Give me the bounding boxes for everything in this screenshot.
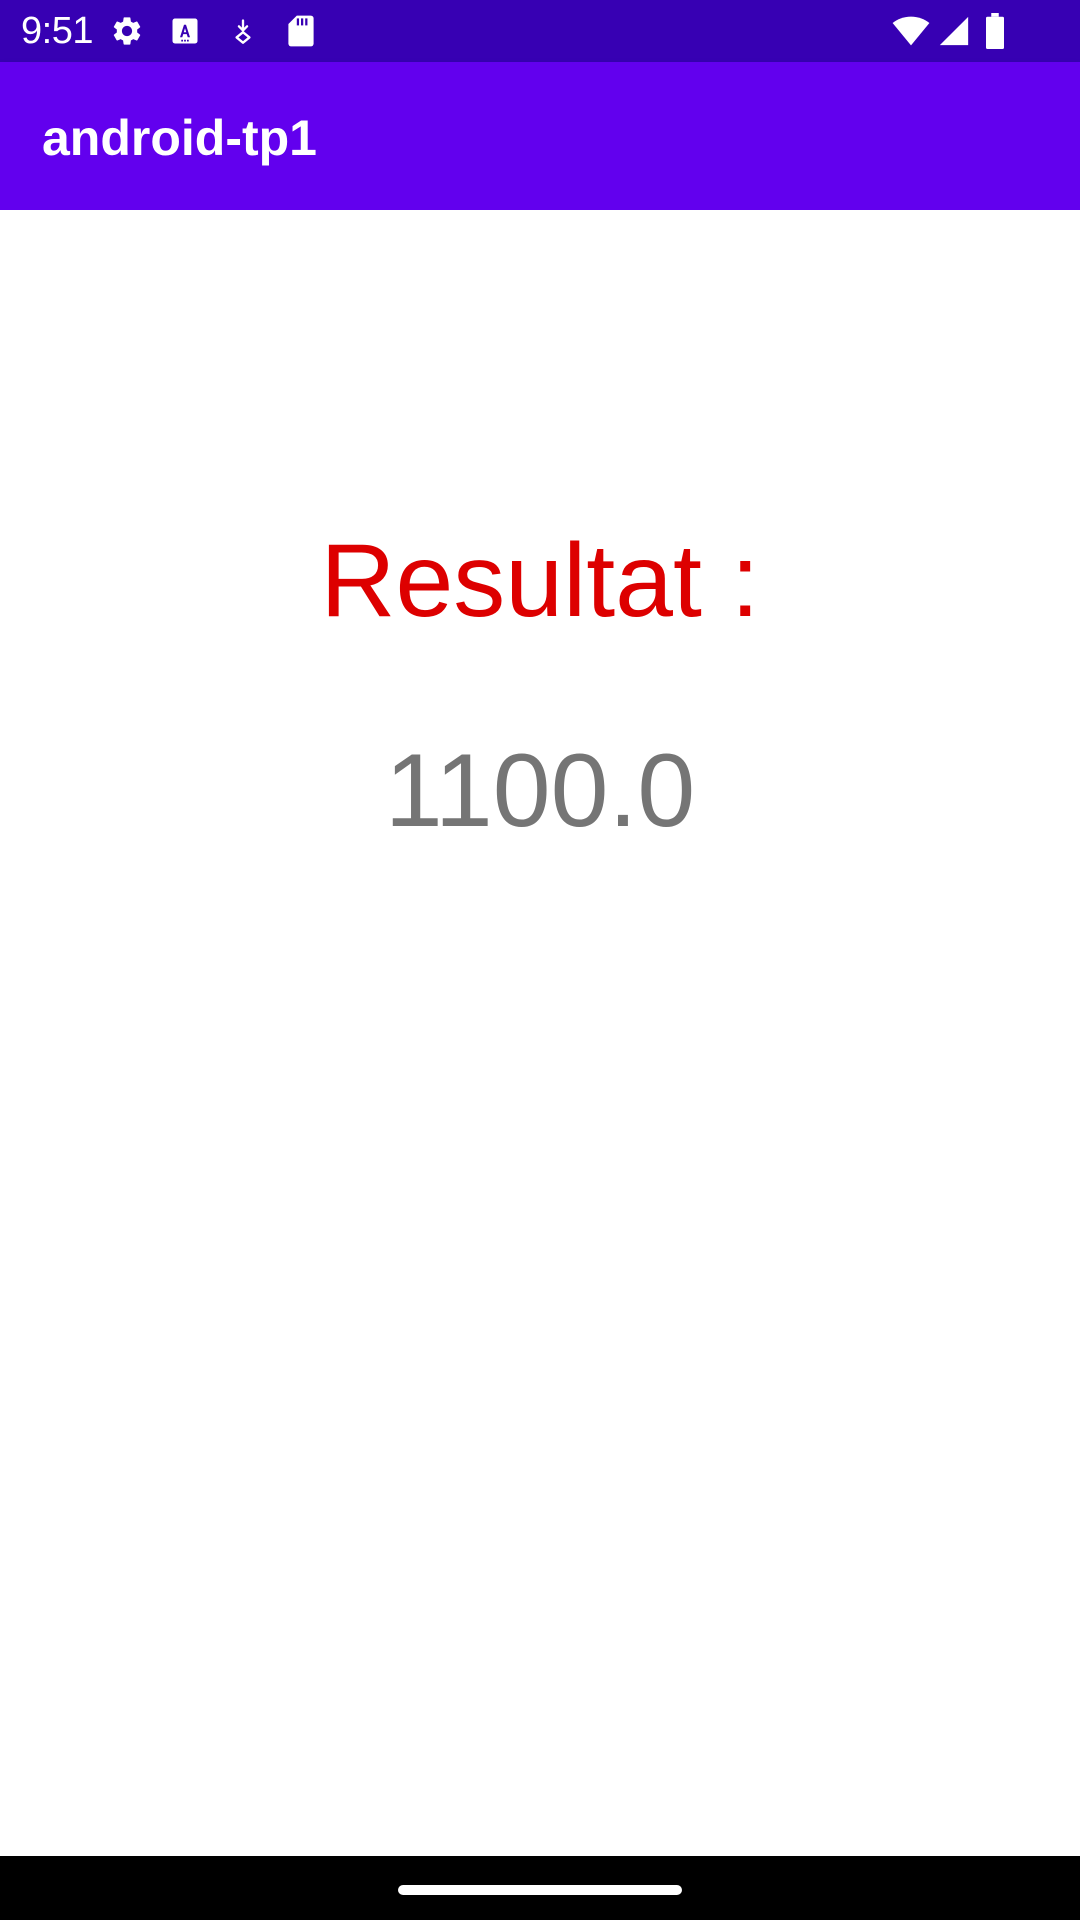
screen: 9:51 android-tp1 Resultat: 1100.0 [0, 0, 1080, 1920]
app-bar: android-tp1 [0, 62, 1080, 210]
wifi-icon [890, 12, 932, 50]
result-value: 1100.0 [384, 733, 696, 849]
status-bar: 9:51 [0, 0, 1080, 62]
navigation-bar [0, 1856, 1080, 1920]
content-area: Resultat : 1100.0 [0, 210, 1080, 1856]
result-label: Resultat : [320, 523, 760, 639]
text-a-icon [166, 12, 204, 50]
home-handle[interactable] [398, 1885, 682, 1895]
gear-icon [108, 12, 146, 50]
battery-icon [978, 12, 1012, 50]
app-title: android-tp1 [42, 110, 317, 166]
sd-card-icon [282, 12, 320, 50]
status-time: 9:51 [21, 10, 93, 52]
cell-signal-icon [934, 12, 974, 50]
download-icon [224, 12, 262, 50]
